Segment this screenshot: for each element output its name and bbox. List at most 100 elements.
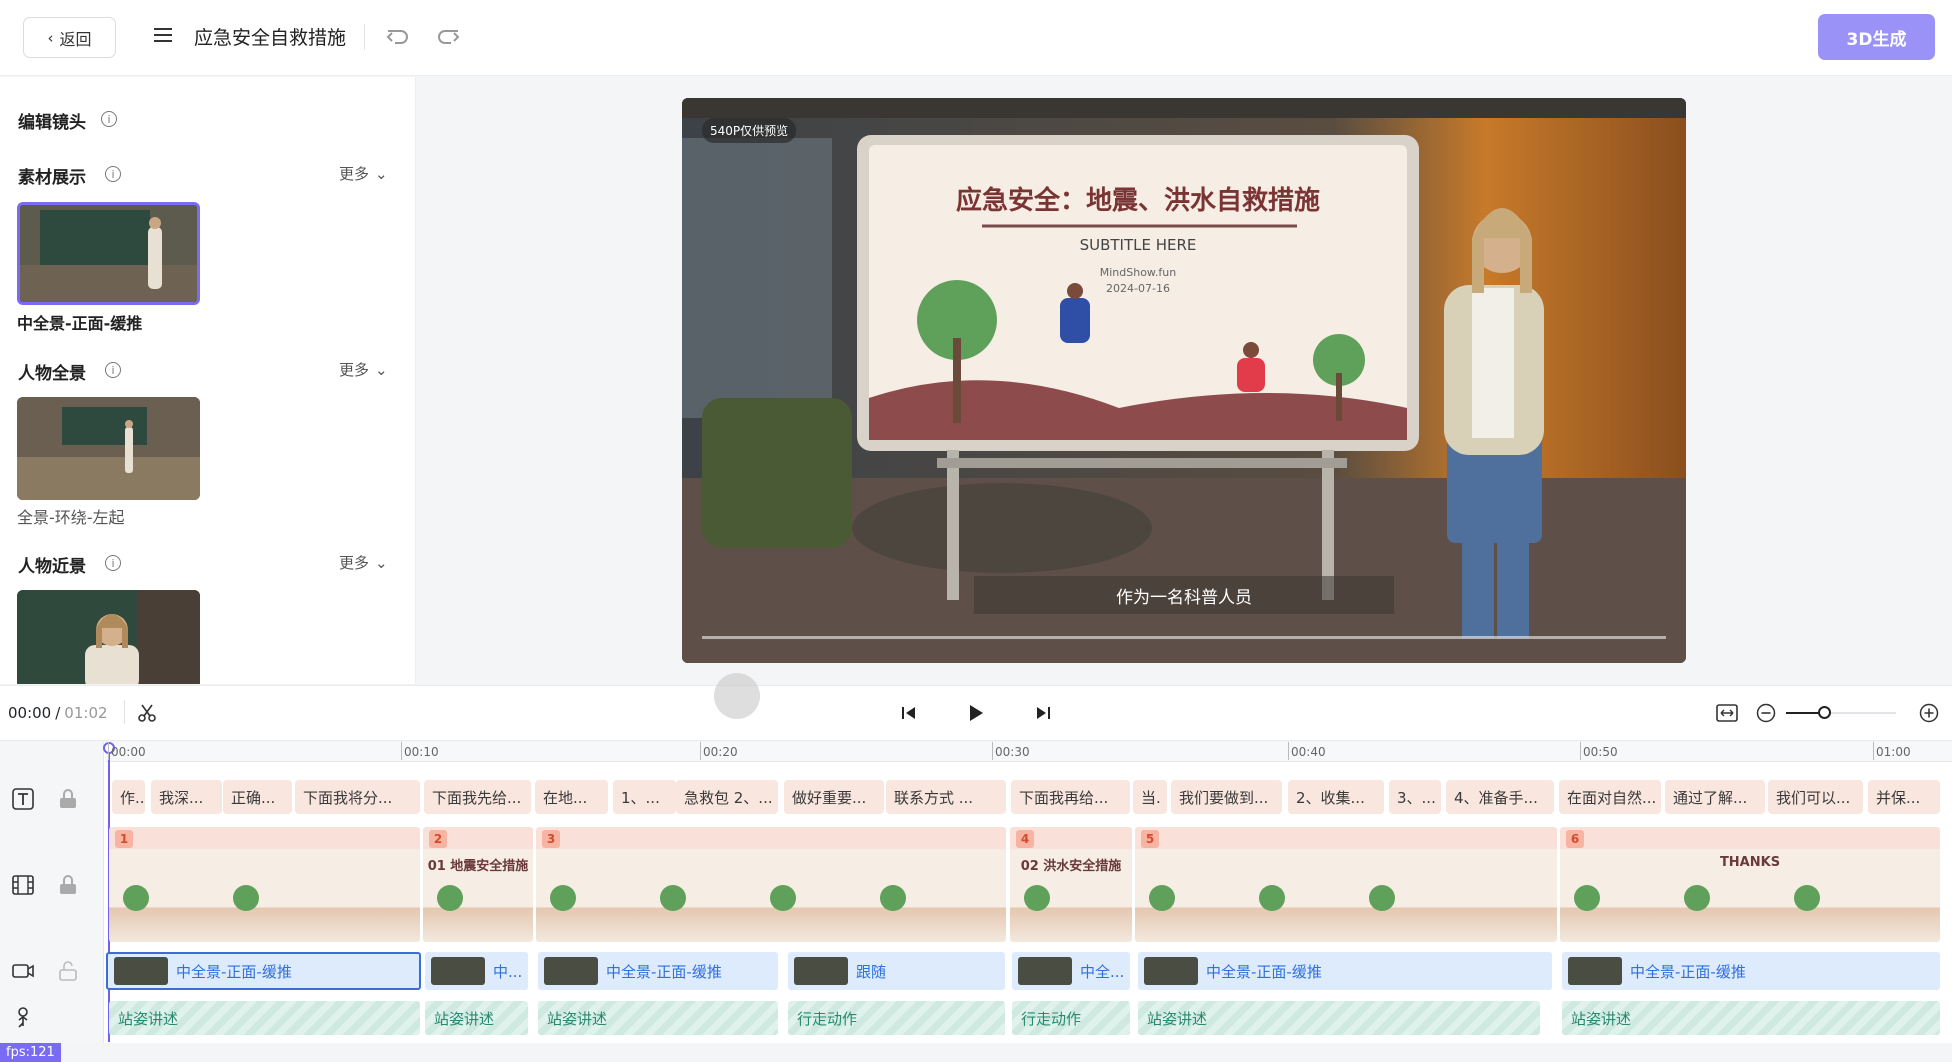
zoom-out-icon[interactable] (1756, 703, 1776, 723)
ruler-tick-mark (401, 742, 402, 760)
more-button-material[interactable]: 更多 ⌄ (339, 163, 388, 184)
subtitle-chip[interactable]: 下面我将分... (295, 780, 420, 814)
camera-clip[interactable]: 中... (425, 952, 528, 990)
lock-icon[interactable] (56, 787, 80, 811)
skip-next-icon[interactable] (1034, 705, 1052, 721)
chevron-left-icon: ‹ (47, 28, 54, 47)
back-button[interactable]: ‹ 返回 (23, 17, 116, 58)
shot-thumbnail[interactable] (17, 590, 200, 684)
more-button-full-body[interactable]: 更多 ⌄ (339, 359, 388, 380)
play-icon[interactable] (967, 703, 985, 723)
action-clip[interactable]: 行走动作 (1012, 1001, 1130, 1035)
subtitle-chip[interactable]: 我们要做到... (1171, 780, 1282, 814)
divider (364, 24, 365, 50)
subtitle-chip[interactable]: 下面我先给... (424, 780, 531, 814)
subtitle-chip[interactable]: 急救包 2、... (676, 780, 778, 814)
subtitle-chip[interactable]: 当. (1133, 780, 1167, 814)
slide-subtitle: SUBTITLE HERE (1079, 236, 1197, 254)
camera-clip[interactable]: 中全景-正面-缓推 (106, 952, 421, 990)
camera-clip-thumbnail (1568, 957, 1622, 985)
fit-width-icon[interactable] (1716, 703, 1738, 723)
scene-number: 5 (1141, 830, 1159, 848)
scene-clip[interactable]: 6 THANKS (1560, 827, 1940, 942)
scene-number: 6 (1566, 830, 1584, 848)
scene-clip[interactable]: 2 01 地震安全措施 (423, 827, 533, 942)
subtitle-chip[interactable]: 在面对自然... (1559, 780, 1661, 814)
action-clip[interactable]: 行走动作 (788, 1001, 1005, 1035)
info-icon[interactable]: i (105, 166, 121, 182)
camera-clip-thumbnail (114, 957, 168, 985)
slide-title: 应急安全：地震、洪水自救措施 (955, 186, 1320, 216)
subtitle-chip[interactable]: 4、准备手... (1446, 780, 1554, 814)
shot-caption: 全景-环绕-左起 (17, 508, 125, 527)
camera-clip[interactable]: 跟随 (788, 952, 1005, 990)
lock-icon[interactable] (56, 873, 80, 897)
info-icon[interactable]: i (105, 362, 121, 378)
tree-illustration (437, 885, 463, 911)
undo-icon[interactable] (383, 22, 413, 52)
tree-illustration (660, 885, 686, 911)
zoom-in-icon[interactable] (1919, 703, 1939, 723)
subtitle-chip[interactable]: 并保... (1868, 780, 1940, 814)
menu-icon[interactable] (152, 24, 174, 46)
scene-number: 2 (429, 830, 447, 848)
edit-shot-title: 编辑镜头 (18, 113, 86, 133)
subtitle-chip[interactable]: 正确... (223, 780, 292, 814)
cursor-indicator (714, 673, 760, 719)
video-preview[interactable]: 540P仅供预览 应急安全：地震、洪水自救措施 SUBTITLE HERE Mi… (682, 98, 1686, 663)
project-title[interactable]: 应急安全自救措施 (194, 23, 346, 50)
subtitle-chip[interactable]: 通过了解... (1665, 780, 1765, 814)
ruler-tick-mark (1580, 742, 1581, 760)
camera-clip[interactable]: 中全景-正面-缓推 (538, 952, 778, 990)
ruler-tick-label: 01:00 (1876, 745, 1911, 759)
action-clip[interactable]: 站姿讲述 (538, 1001, 778, 1035)
section-title-close-up: 人物近景 (18, 557, 86, 577)
scene-clip[interactable]: 1 (109, 827, 420, 942)
progress-track[interactable] (702, 636, 1666, 639)
subtitle-chip[interactable]: 3、... (1389, 780, 1441, 814)
subtitle-chip[interactable]: 我深... (151, 780, 222, 814)
unlock-icon[interactable] (56, 959, 80, 983)
section-title-material: 素材展示 (18, 168, 86, 188)
shot-thumbnail-selected[interactable] (17, 202, 200, 305)
tree-illustration (1684, 885, 1710, 911)
action-clip[interactable]: 站姿讲述 (425, 1001, 528, 1035)
zoom-slider-handle[interactable] (1818, 706, 1831, 719)
tree-illustration (123, 885, 149, 911)
skip-previous-icon[interactable] (900, 705, 918, 721)
camera-clip[interactable]: 中全... (1012, 952, 1130, 990)
subtitle-caption: 作为一名科普人员 (974, 576, 1394, 614)
action-clip[interactable]: 站姿讲述 (1138, 1001, 1540, 1035)
scene-slide-label: 02 洪水安全措施 (1020, 859, 1122, 874)
shot-thumbnail[interactable] (17, 397, 200, 500)
divider (124, 700, 125, 724)
subtitle-chip[interactable]: 1、... (613, 780, 676, 814)
more-label: 更多 (339, 165, 370, 183)
subtitle-chip[interactable]: 2、收集... (1288, 780, 1384, 814)
scene-number: 4 (1016, 830, 1034, 848)
generate-3d-button[interactable]: 3D生成 (1818, 14, 1935, 60)
classroom-scene-image (20, 205, 197, 302)
scene-number: 3 (542, 830, 560, 848)
scissors-icon[interactable] (137, 703, 157, 723)
info-icon[interactable]: i (105, 555, 121, 571)
scene-clip[interactable]: 3 (536, 827, 1006, 942)
info-icon[interactable]: i (101, 111, 117, 127)
action-clip[interactable]: 站姿讲述 (1562, 1001, 1940, 1035)
ruler-tick-mark (700, 742, 701, 760)
camera-clip[interactable]: 中全景-正面-缓推 (1138, 952, 1552, 990)
more-button-close-up[interactable]: 更多 ⌄ (339, 552, 388, 573)
subtitle-chip[interactable]: 作.. (112, 780, 145, 814)
camera-clip-thumbnail (1018, 957, 1072, 985)
subtitle-chip[interactable]: 联系方式 ... (886, 780, 1006, 814)
subtitle-chip[interactable]: 下面我再给... (1011, 780, 1130, 814)
scene-clip[interactable]: 4 02 洪水安全措施 (1010, 827, 1132, 942)
tree-illustration (1024, 885, 1050, 911)
subtitle-chip[interactable]: 在地... (535, 780, 608, 814)
camera-clip[interactable]: 中全景-正面-缓推 (1562, 952, 1940, 990)
scene-clip[interactable]: 5 (1135, 827, 1557, 942)
subtitle-chip[interactable]: 做好重要... (784, 780, 884, 814)
redo-icon[interactable] (433, 22, 463, 52)
action-clip[interactable]: 站姿讲述 (109, 1001, 420, 1035)
subtitle-chip[interactable]: 我们可以... (1768, 780, 1863, 814)
